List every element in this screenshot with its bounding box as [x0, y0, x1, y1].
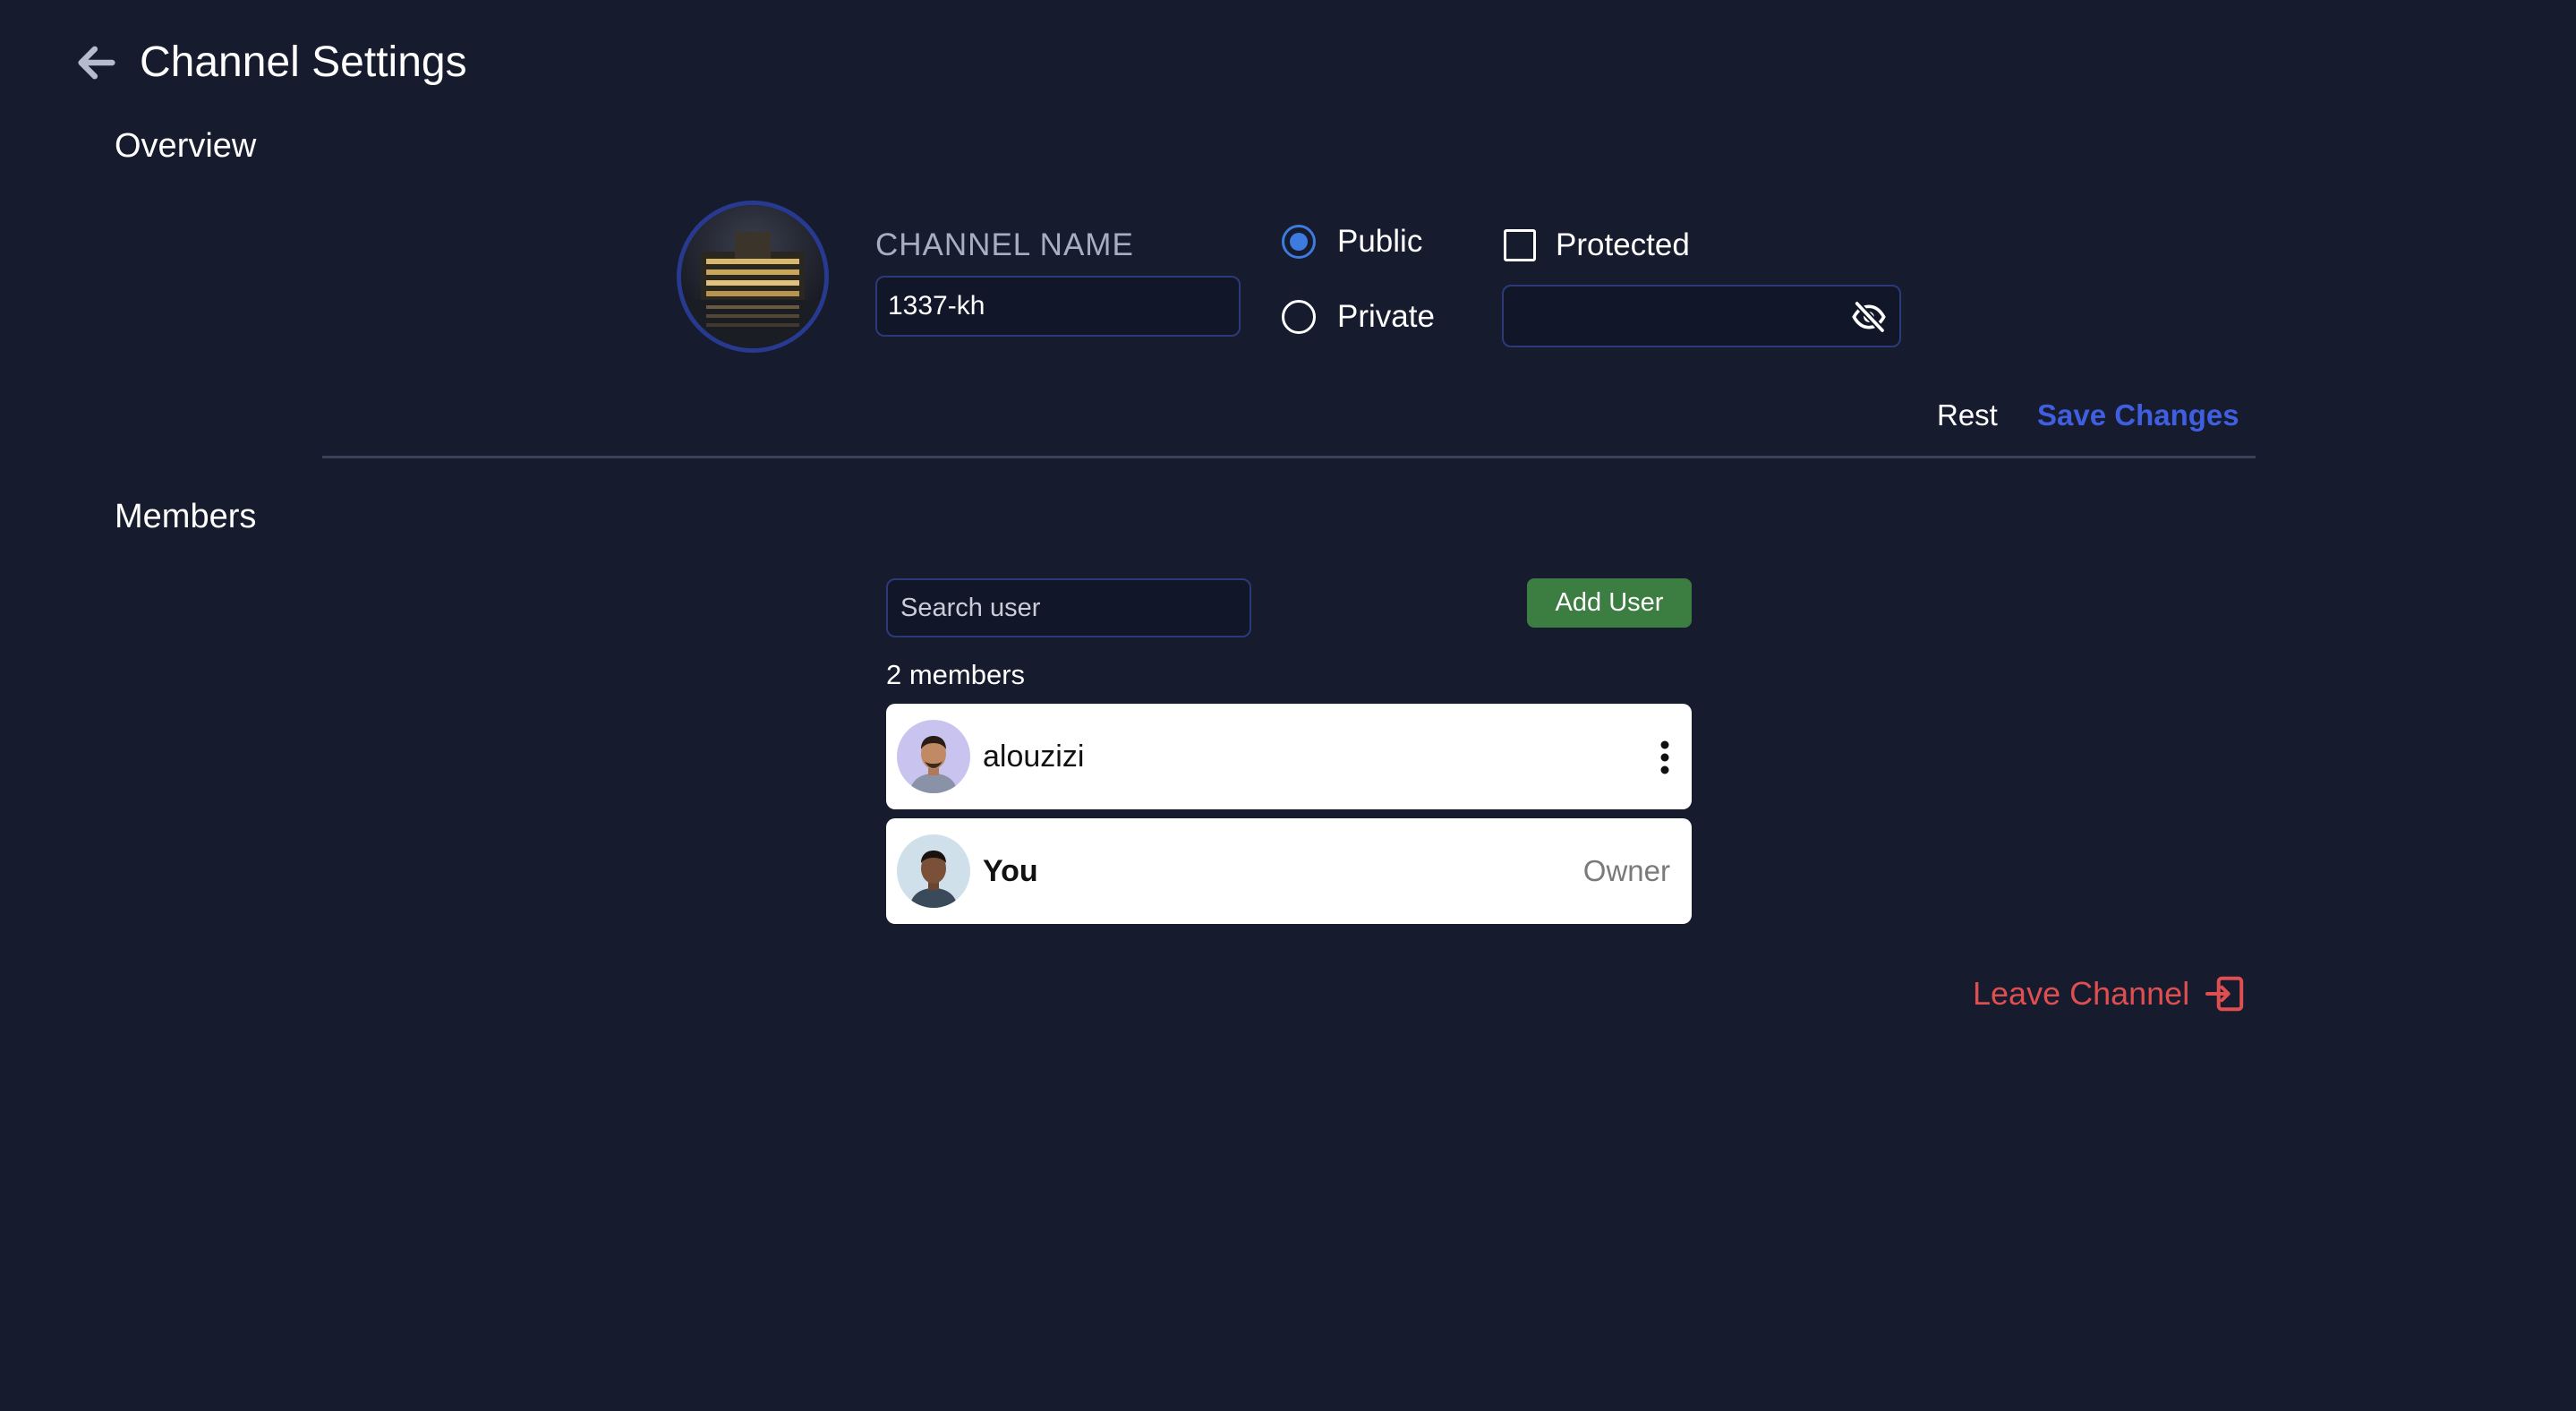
- member-row[interactable]: You Owner: [886, 818, 1692, 924]
- public-radio-label: Public: [1337, 224, 1423, 259]
- private-radio-option[interactable]: Private: [1282, 297, 1435, 337]
- public-radio[interactable]: [1282, 225, 1316, 259]
- page-title: Channel Settings: [140, 38, 467, 86]
- reset-button[interactable]: Rest: [1937, 396, 1998, 435]
- member-name: alouzizi: [983, 740, 1085, 774]
- search-user-input[interactable]: [886, 578, 1251, 637]
- avatar: [897, 720, 970, 793]
- exit-icon: [2205, 976, 2244, 1012]
- overview-section-title: Overview: [115, 127, 257, 165]
- avatar: [897, 834, 970, 908]
- kebab-menu-icon[interactable]: [1659, 740, 1670, 775]
- channel-avatar[interactable]: [677, 201, 829, 353]
- public-radio-option[interactable]: Public: [1282, 222, 1422, 261]
- member-name: You: [983, 854, 1038, 888]
- add-user-button[interactable]: Add User: [1527, 578, 1692, 628]
- section-divider: [322, 456, 2256, 458]
- member-row[interactable]: alouzizi: [886, 704, 1692, 809]
- password-input[interactable]: [1504, 286, 1826, 346]
- save-changes-button[interactable]: Save Changes: [2037, 396, 2239, 435]
- back-arrow-icon[interactable]: [73, 39, 120, 86]
- channel-name-input[interactable]: [875, 276, 1241, 337]
- eye-off-icon[interactable]: [1851, 299, 1887, 335]
- leave-channel-label: Leave Channel: [1973, 975, 2190, 1012]
- member-count: 2 members: [886, 659, 1026, 690]
- protected-checkbox-label: Protected: [1556, 227, 1690, 262]
- members-section-title: Members: [115, 498, 257, 535]
- channel-name-label: CHANNEL NAME: [875, 227, 1134, 262]
- password-field: [1502, 285, 1901, 347]
- private-radio[interactable]: [1282, 300, 1316, 334]
- protected-checkbox[interactable]: [1504, 229, 1536, 261]
- leave-channel-button[interactable]: Leave Channel: [1973, 972, 2245, 1015]
- channel-avatar-image: [681, 205, 824, 348]
- member-role: Owner: [1582, 854, 1670, 887]
- protected-checkbox-option[interactable]: Protected: [1504, 226, 1690, 265]
- private-radio-label: Private: [1337, 299, 1435, 334]
